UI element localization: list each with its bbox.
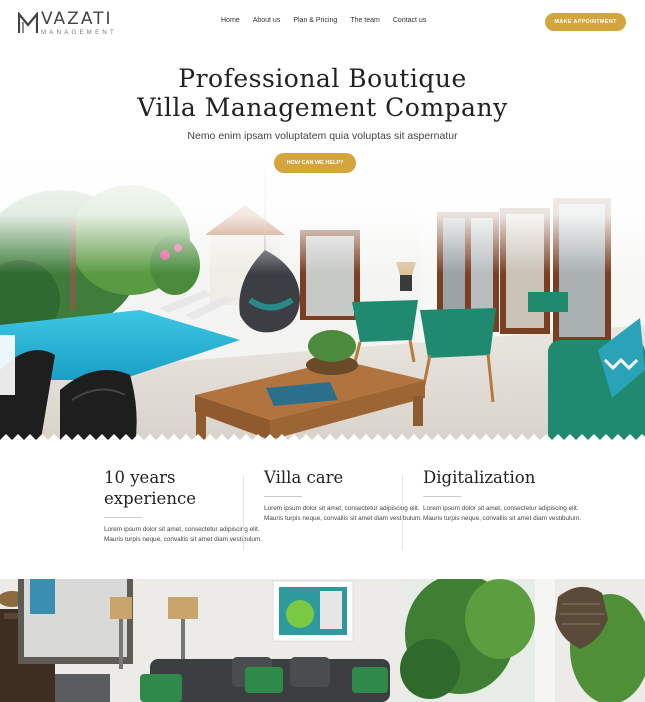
feature-text: Lorem ipsum dolor sit amet, consectetur …: [104, 526, 263, 543]
feature-title: Villa care: [264, 468, 344, 487]
logo-m-icon: [18, 12, 38, 33]
hero-title: Professional Boutique Villa Management C…: [0, 64, 645, 122]
feature-divider: [104, 517, 142, 518]
feature-divider: [264, 496, 302, 497]
feature-title-line1: 10 years: [104, 468, 176, 487]
logo-name: VAZATI: [41, 8, 113, 29]
feature-experience: 10 years experience Lorem ipsum dolor si…: [104, 467, 264, 545]
feature-text: Lorem ipsum dolor sit amet, consectetur …: [264, 505, 423, 522]
hero-title-line1: Professional Boutique: [178, 64, 467, 93]
nav-about-us[interactable]: About us: [253, 17, 281, 24]
hero-villa-photo: [0, 150, 645, 445]
feature-title: 10 years experience: [104, 467, 264, 509]
nav-plan-pricing[interactable]: Plan & Pricing: [293, 17, 337, 24]
features-section: 10 years experience Lorem ipsum dolor si…: [0, 445, 645, 580]
feature-text: Lorem ipsum dolor sit amet, consectetur …: [423, 505, 582, 522]
main-nav: Home About us Plan & Pricing The team Co…: [221, 17, 439, 24]
nav-home[interactable]: Home: [221, 17, 240, 24]
nav-contact-us[interactable]: Contact us: [393, 17, 426, 24]
feature-digitalization: Digitalization Lorem ipsum dolor sit ame…: [423, 467, 583, 524]
column-divider: [243, 475, 244, 550]
feature-divider: [423, 496, 461, 497]
column-divider: [402, 475, 403, 550]
feature-title-line2: experience: [104, 489, 196, 508]
make-appointment-button[interactable]: MAKE APPOINTMENT: [545, 13, 626, 31]
hero-subtitle: Nemo enim ipsam voluptatem quia voluptas…: [187, 130, 458, 142]
feature-villa-care: Villa care Lorem ipsum dolor sit amet, c…: [264, 467, 424, 524]
logo-subtitle: MANAGEMENT: [41, 29, 118, 36]
hero-title-line2: Villa Management Company: [137, 93, 508, 122]
interior-living-room-photo: [0, 579, 645, 702]
how-can-we-help-button[interactable]: HOW CAN WE HELP?: [274, 153, 356, 173]
feature-title: Digitalization: [423, 468, 536, 487]
site-header: VAZATI MANAGEMENT Home About us Plan & P…: [0, 0, 645, 45]
logo[interactable]: VAZATI MANAGEMENT: [18, 10, 117, 36]
nav-the-team[interactable]: The team: [350, 17, 380, 24]
